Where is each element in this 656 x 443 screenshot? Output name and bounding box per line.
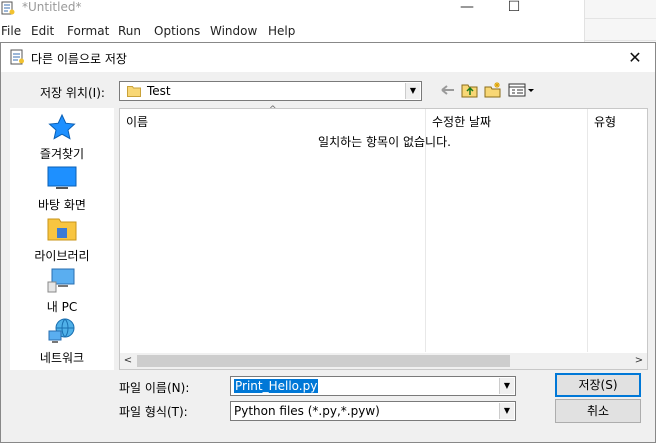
desktop-icon [47, 166, 77, 189]
filetype-label: 파일 형식(T): [119, 405, 188, 419]
column-header-modified[interactable]: 수정한 날짜 [432, 113, 491, 130]
close-button[interactable]: ✕ [621, 47, 649, 69]
scroll-right-button[interactable]: > [631, 353, 647, 369]
place-desktop[interactable]: 바탕 화면 [10, 164, 114, 214]
menu-options[interactable]: Options [154, 24, 200, 38]
background-window-titlebar: *Untitled* — ☐ [0, 0, 584, 20]
menu-run[interactable]: Run [118, 24, 141, 38]
maximize-button[interactable]: ☐ [499, 0, 529, 18]
python-file-icon [10, 49, 24, 65]
minimize-button[interactable]: — [452, 0, 482, 18]
menu-edit[interactable]: Edit [31, 24, 54, 38]
computer-icon [47, 268, 75, 293]
menu-help[interactable]: Help [268, 24, 295, 38]
horizontal-scrollbar[interactable]: < > [120, 353, 647, 369]
place-favorites[interactable]: 즐겨찾기 [10, 113, 114, 163]
empty-message: 일치하는 항목이 없습니다. [318, 135, 451, 149]
chevron-down-icon[interactable]: ▼ [499, 378, 514, 394]
network-icon [48, 318, 75, 343]
up-folder-icon[interactable] [461, 82, 479, 98]
cancel-button[interactable]: 취소 [555, 399, 641, 423]
back-icon[interactable] [439, 82, 457, 98]
place-label-library: 라이브러리 [34, 249, 90, 263]
background-menubar: File Edit Format Run Options Window Help [0, 22, 584, 42]
scroll-left-button[interactable]: < [120, 353, 136, 369]
look-in-value: Test [147, 84, 171, 98]
star-icon [48, 113, 76, 140]
chevron-down-icon[interactable]: ▼ [499, 403, 514, 419]
place-library[interactable]: 라이브러리 [10, 215, 114, 265]
filename-value: Print_Hello.py [234, 379, 319, 393]
view-menu-icon[interactable] [508, 82, 536, 98]
filename-label: 파일 이름(N): [119, 381, 190, 395]
places-bar: 즐겨찾기 바탕 화면 라이브러리 내 PC 네트워크 [10, 108, 114, 370]
chevron-down-icon[interactable]: ▼ [405, 83, 420, 99]
folder-icon [127, 86, 141, 97]
place-label-network: 네트워크 [39, 351, 85, 365]
place-label-desktop: 바탕 화면 [38, 198, 86, 212]
background-window-title: *Untitled* [22, 0, 82, 14]
look-in-combo[interactable]: Test ▼ [119, 81, 422, 101]
place-label-this-pc: 내 PC [46, 300, 78, 314]
look-in-label: 저장 위치(I): [40, 86, 105, 100]
menu-window[interactable]: Window [210, 24, 257, 38]
place-this-pc[interactable]: 내 PC [10, 266, 114, 316]
save-button[interactable]: 저장(S) [555, 373, 641, 397]
file-list[interactable]: ^ 이름 수정한 날짜 유형 일치하는 항목이 없습니다. < > [119, 105, 648, 370]
library-icon [47, 218, 77, 241]
new-folder-icon[interactable] [484, 82, 502, 98]
scroll-thumb[interactable] [137, 355, 510, 367]
dialog-title: 다른 이름으로 저장 [31, 52, 127, 66]
place-network[interactable]: 네트워크 [10, 317, 114, 367]
column-header-name[interactable]: 이름 [126, 113, 148, 130]
menu-format[interactable]: Format [67, 24, 109, 38]
python-idle-icon [1, 1, 15, 15]
dialog-titlebar: 다른 이름으로 저장 ✕ [1, 43, 655, 72]
filename-input[interactable]: Print_Hello.py ▼ [230, 376, 516, 396]
filetype-select[interactable]: Python files (*.py,*.pyw) ▼ [230, 401, 516, 421]
place-label-favorites: 즐겨찾기 [39, 147, 85, 161]
save-as-dialog: 다른 이름으로 저장 ✕ 저장 위치(I): Test ▼ 즐겨찾기 바탕 화면… [0, 42, 656, 443]
sort-indicator: ^ [269, 105, 277, 115]
menu-file[interactable]: File [1, 24, 21, 38]
column-header-type[interactable]: 유형 [594, 113, 616, 130]
filetype-value: Python files (*.py,*.pyw) [234, 404, 380, 418]
